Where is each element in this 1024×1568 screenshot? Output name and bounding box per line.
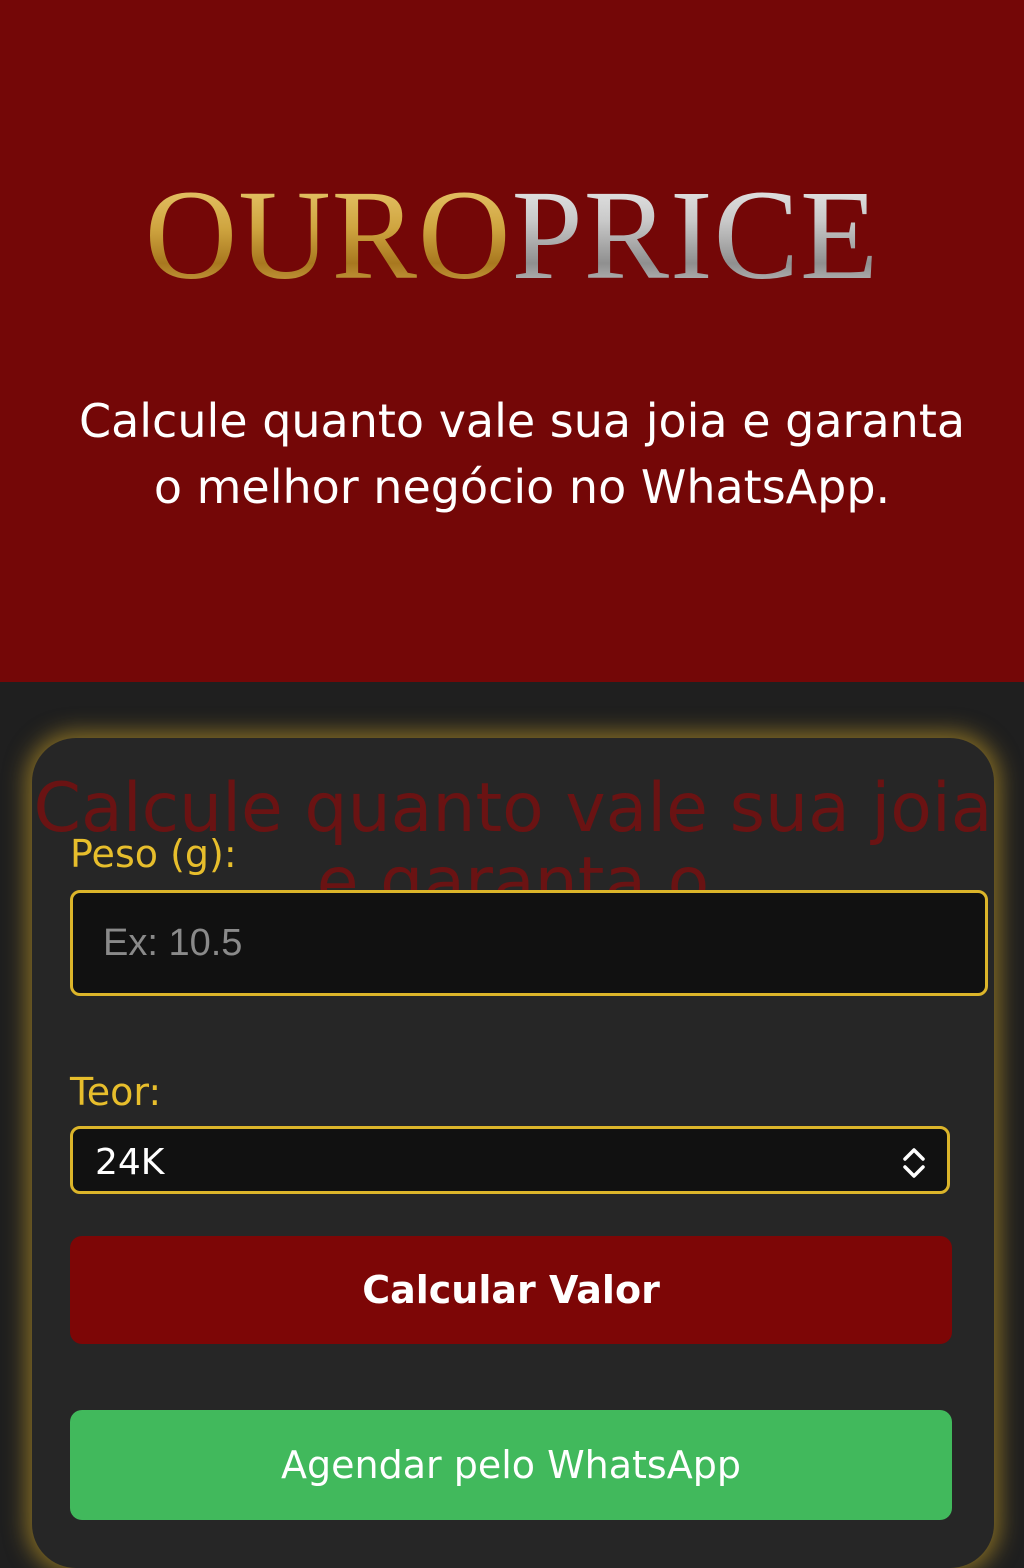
weight-label: Peso (g): <box>70 832 237 876</box>
purity-select[interactable]: 24K <box>70 1126 950 1194</box>
purity-selected-value: 24K <box>95 1142 165 1183</box>
hero-tagline: Calcule quanto vale sua joia e garanta o… <box>78 394 966 514</box>
hero-header: OUROPRICE Calcule quanto vale sua joia e… <box>0 0 1024 682</box>
whatsapp-schedule-button[interactable]: Agendar pelo WhatsApp <box>70 1410 952 1520</box>
chevron-updown-icon <box>903 1148 925 1178</box>
calculate-button[interactable]: Calcular Valor <box>70 1236 952 1344</box>
weight-input[interactable] <box>70 890 988 996</box>
calculator-card: Calcule quanto vale sua joia e garanta o… <box>32 738 994 1568</box>
purity-label: Teor: <box>70 1070 162 1114</box>
brand-logo: OUROPRICE <box>0 160 1024 310</box>
logo-silver-text: PRICE <box>511 164 880 306</box>
logo-gold-text: OURO <box>144 164 512 306</box>
